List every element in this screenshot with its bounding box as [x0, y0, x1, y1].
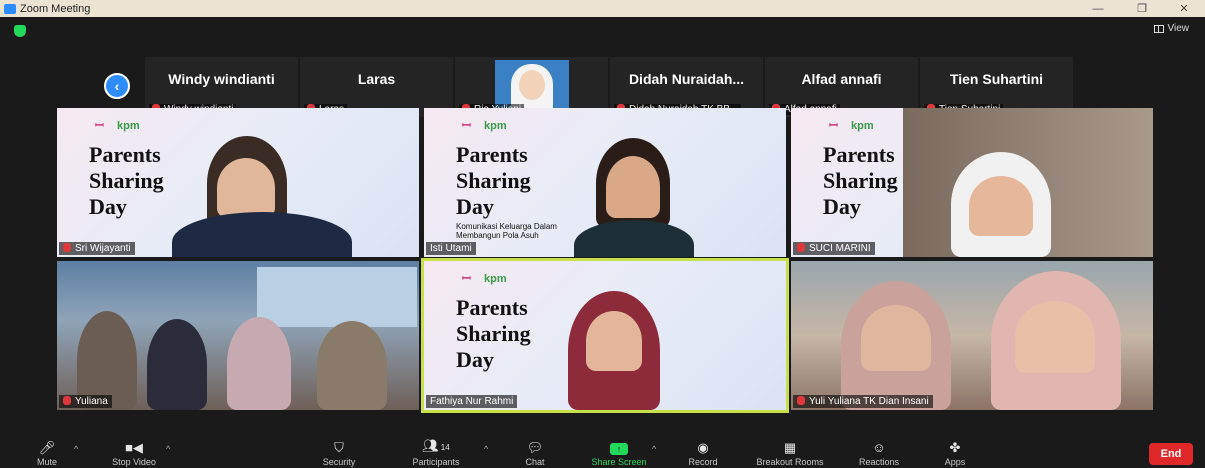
- tile-name-tag: Isti Utami: [426, 242, 476, 255]
- chat-bubble-icon: 💬︎: [526, 440, 544, 455]
- mic-muted-icon: [797, 396, 805, 405]
- tile-name-tag: Yuli Yuliana TK Dian Insani: [793, 395, 933, 408]
- zoom-app-icon: [4, 3, 16, 14]
- participant-display-name: Didah Nuraidah...: [628, 71, 745, 87]
- close-button[interactable]: ✕: [1166, 0, 1202, 17]
- stop-video-button[interactable]: ■◀ Stop Video: [100, 438, 168, 468]
- chat-button[interactable]: 💬︎ Chat: [520, 438, 550, 468]
- window-title: Zoom Meeting: [20, 2, 91, 15]
- video-tile[interactable]: Yuliana: [57, 261, 419, 410]
- view-label: View: [1167, 23, 1190, 34]
- apps-button[interactable]: ✤ Apps: [940, 438, 970, 468]
- tile-name-tag: Sri Wijayanti: [59, 242, 135, 255]
- mic-muted-icon: [63, 243, 71, 252]
- video-tile[interactable]: Yuli Yuliana TK Dian Insani: [791, 261, 1153, 410]
- kpm-logo: ꟷ kpm: [462, 120, 507, 132]
- video-tile[interactable]: ꟷ kpm Parents Sharing Day Sri Wijayanti: [57, 108, 419, 257]
- grid-view-icon: [1153, 24, 1164, 33]
- tile-name-tag: Fathiya Nur Rahmi: [426, 395, 518, 408]
- record-button[interactable]: ◉ Record: [682, 438, 724, 468]
- video-camera-icon: ■◀: [125, 440, 143, 455]
- gallery-grid: ꟷ kpm Parents Sharing Day Sri Wijayanti ꟷ …: [57, 108, 1153, 430]
- security-button[interactable]: ⛉ Security: [314, 438, 364, 468]
- view-button[interactable]: View: [1153, 23, 1190, 34]
- title-bar: Zoom Meeting — ❐ ✕: [0, 0, 1205, 17]
- meeting-toolbar: 🎤︎ Mute ^ ■◀ Stop Video ^ ⛉ Security 👥︎ 1…: [0, 438, 1205, 468]
- minimize-button[interactable]: —: [1080, 0, 1116, 17]
- participants-icon: 👥︎ 14: [422, 438, 450, 453]
- slide-title: Parents Sharing Day: [89, 142, 164, 219]
- slide-subtitle: Komunikasi Keluarga Dalam Membangun Pola…: [456, 222, 557, 240]
- tile-name-tag: Yuliana: [59, 395, 112, 408]
- tile-name-tag: SUCI MARINI: [793, 242, 875, 255]
- microphone-icon: 🎤︎: [38, 440, 56, 455]
- breakout-rooms-icon: ▦: [783, 440, 797, 455]
- share-screen-button[interactable]: ↑ Share Screen: [584, 438, 654, 468]
- breakout-rooms-button[interactable]: ▦ Breakout Rooms: [746, 438, 834, 468]
- share-options-caret[interactable]: ^: [652, 444, 656, 454]
- participant-display-name: Windy windianti: [168, 71, 275, 87]
- video-options-caret[interactable]: ^: [166, 444, 170, 454]
- kpm-logo: ꟷ kpm: [462, 273, 507, 285]
- mic-muted-icon: [797, 243, 805, 252]
- video-tile[interactable]: ꟷ kpm Parents Sharing Day SUCI MARINI: [791, 108, 1153, 257]
- slide-title: Parents Sharing Day: [823, 142, 898, 219]
- video-tile[interactable]: ꟷ kpm Parents Sharing Day Komunikasi Kelua…: [424, 108, 786, 257]
- slide-title: Parents Sharing Day: [456, 295, 531, 372]
- mic-muted-icon: [63, 396, 71, 405]
- participant-display-name: Laras: [357, 71, 396, 87]
- record-icon: ◉: [697, 440, 709, 455]
- kpm-logo: ꟷ kpm: [829, 120, 874, 132]
- mute-button[interactable]: 🎤︎ Mute: [30, 438, 64, 468]
- participants-options-caret[interactable]: ^: [484, 444, 488, 454]
- share-screen-icon: ↑: [610, 443, 628, 455]
- previous-page-button[interactable]: ‹: [104, 73, 130, 99]
- smiley-plus-icon: ☺: [872, 440, 886, 455]
- encryption-shield-icon[interactable]: [14, 25, 26, 37]
- participant-display-name: Alfad annafi: [801, 71, 882, 87]
- participant-display-name: Tien Suhartini: [949, 71, 1044, 87]
- participants-button[interactable]: 👥︎ 14 Participants: [402, 438, 470, 468]
- restore-button[interactable]: ❐: [1124, 0, 1160, 17]
- kpm-logo: ꟷ kpm: [95, 120, 140, 132]
- audio-options-caret[interactable]: ^: [74, 444, 78, 454]
- slide-title: Parents Sharing Day: [456, 142, 531, 219]
- video-tile-active-speaker[interactable]: ꟷ kpm Parents Sharing Day Fathiya Nur Rahm…: [421, 258, 789, 413]
- reactions-button[interactable]: ☺ Reactions: [852, 438, 906, 468]
- shield-icon: ⛉: [334, 440, 344, 455]
- end-meeting-button[interactable]: End: [1149, 443, 1193, 465]
- apps-icon: ✤: [949, 440, 961, 455]
